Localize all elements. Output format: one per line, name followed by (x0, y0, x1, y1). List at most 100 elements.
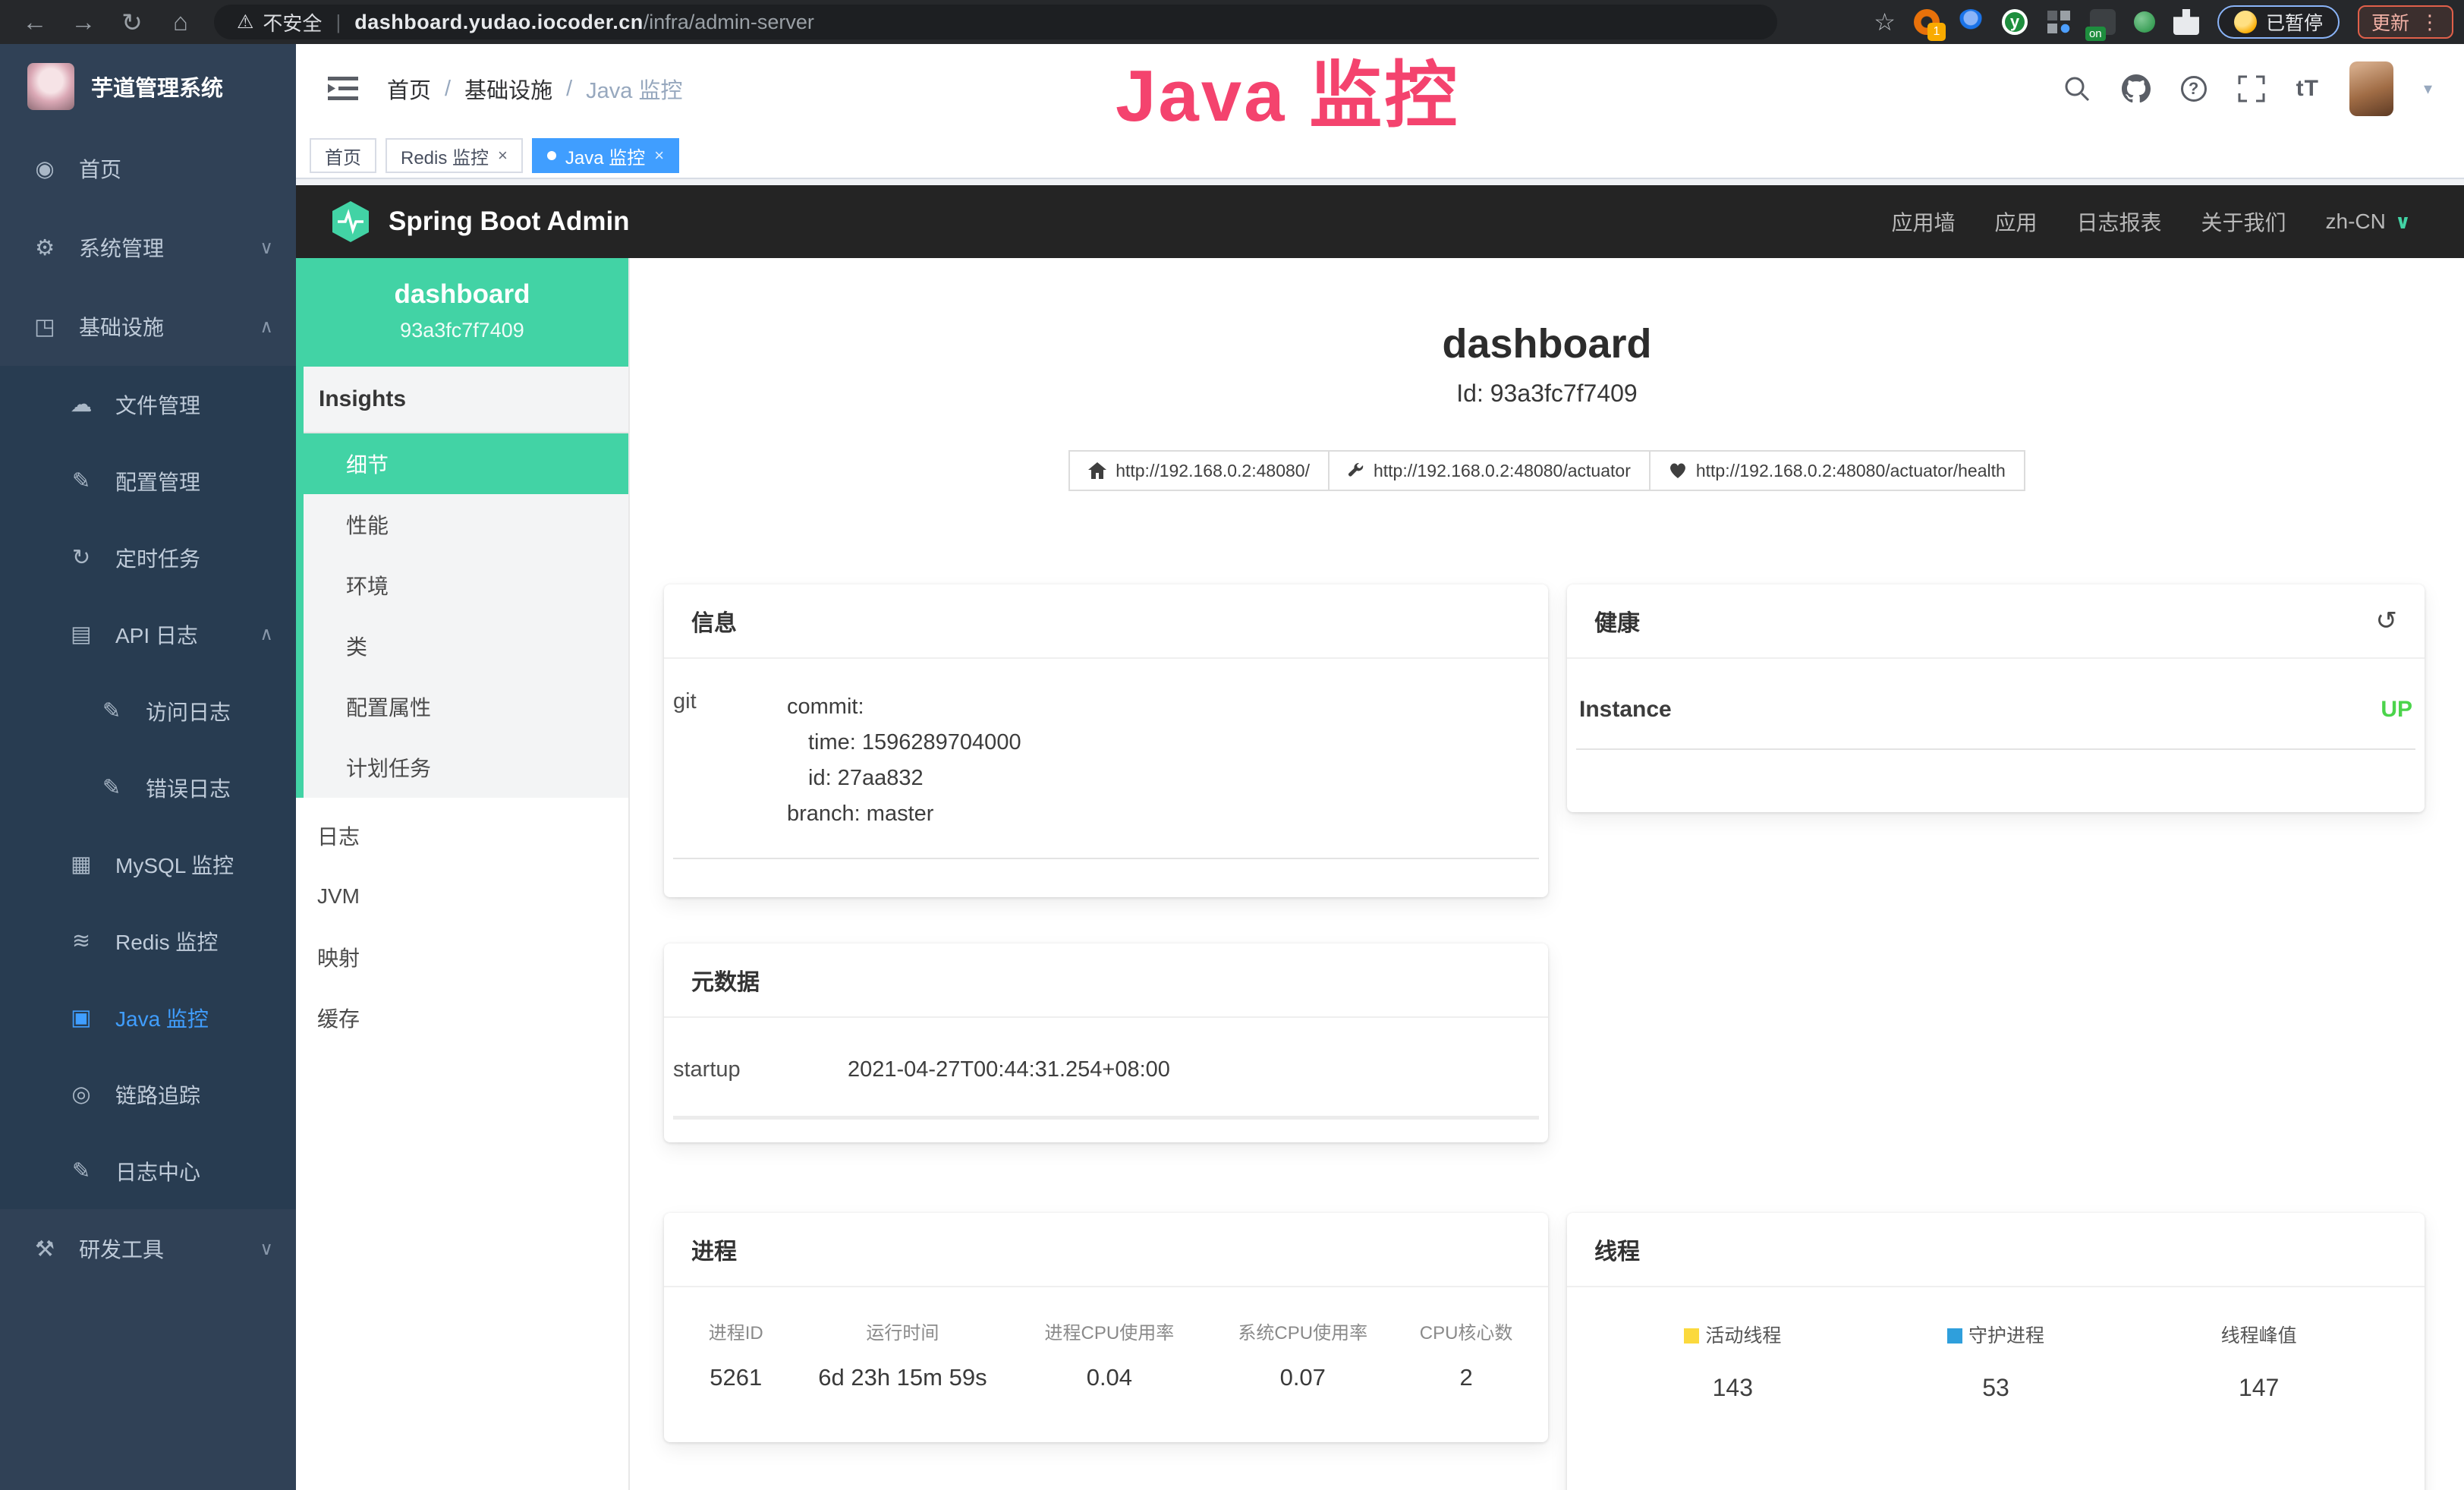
log-edit-icon: ✎ (67, 1158, 96, 1184)
health-url-button[interactable]: http://192.168.0.2:48080/actuator/health (1651, 450, 2025, 491)
health-card-title: 健康 (1594, 604, 1640, 638)
sidebar-item-api-logs[interactable]: ▤ API 日志 ∧ (0, 596, 296, 673)
sidebar-collapse-icon[interactable] (328, 76, 360, 102)
chevron-down-icon: ∨ (260, 237, 273, 259)
sidebar-item-log-center[interactable]: ✎ 日志中心 (0, 1132, 296, 1209)
sba-content: dashboard Id: 93a3fc7f7409 http://192.16… (630, 258, 2464, 1490)
sidebar-item-mysql-monitor[interactable]: ▦ MySQL 监控 (0, 826, 296, 903)
sidebar-item-label: Redis 监控 (115, 926, 218, 956)
browser-reload-icon[interactable]: ↻ (118, 8, 146, 37)
browser-forward-icon[interactable]: → (70, 8, 97, 36)
fullscreen-icon[interactable] (2237, 74, 2266, 103)
tab-java-monitor[interactable]: Java 监控 × (532, 138, 679, 173)
sidebar-item-home[interactable]: ◉ 首页 (0, 129, 296, 208)
sba-nav-applications[interactable]: 应用 (1994, 206, 2037, 237)
address-bar[interactable]: ⚠ 不安全 | dashboard.yudao.iocoder.cn /infr… (214, 5, 1777, 39)
log-icon: ▤ (67, 621, 96, 647)
log-edit-icon: ✎ (97, 698, 126, 724)
bookmark-star-icon[interactable]: ☆ (1874, 8, 1896, 36)
sidebar-item-java-monitor[interactable]: ▣ Java 监控 (0, 979, 296, 1056)
sidebar-item-label: Java 监控 (115, 1003, 209, 1033)
breadcrumb-home[interactable]: 首页 (387, 73, 431, 105)
language-selector[interactable]: zh-CN ∨ (2326, 209, 2411, 234)
extension-icon-grid[interactable] (2046, 9, 2072, 35)
user-avatar[interactable] (2349, 61, 2393, 116)
close-icon[interactable]: × (654, 146, 664, 165)
sba-nav-scheduled-tasks[interactable]: 计划任务 (304, 737, 628, 798)
extension-icon-switch[interactable]: on (2090, 9, 2116, 35)
home-icon (1088, 462, 1106, 479)
sidebar-item-file-mgmt[interactable]: ☁ 文件管理 (0, 366, 296, 443)
metadata-key-startup: startup (673, 1057, 848, 1082)
sba-nav-logs[interactable]: 日志 (296, 805, 628, 866)
thread-card-title: 线程 (1567, 1213, 2425, 1287)
sidebar-item-dev-tools[interactable]: ⚒ 研发工具 ∨ (0, 1209, 296, 1288)
history-icon[interactable]: ↺ (2376, 606, 2398, 636)
extension-icon-pin[interactable] (1958, 9, 1984, 35)
row-divider (1576, 748, 2415, 750)
sba-brand-title: Spring Boot Admin (389, 206, 630, 237)
tab-redis-monitor[interactable]: Redis 监控 × (385, 138, 523, 173)
sba-nav-journal[interactable]: 日志报表 (2077, 206, 2162, 237)
extension-icon-orange[interactable]: 1 (1914, 9, 1940, 35)
heartbeat-icon (1669, 462, 1687, 479)
search-icon[interactable] (2063, 74, 2091, 103)
col-pid: 进程ID (679, 1318, 792, 1344)
help-icon[interactable]: ? (2181, 76, 2207, 102)
breadcrumb-infrastructure[interactable]: 基础设施 (464, 73, 552, 105)
sidebar-item-label: 首页 (79, 153, 121, 184)
sidebar-item-access-logs[interactable]: ✎ 访问日志 (0, 673, 296, 749)
sidebar-item-label: 研发工具 (79, 1233, 164, 1264)
tab-home[interactable]: 首页 (310, 138, 376, 173)
peak-threads-label: 线程峰值 (2221, 1325, 2297, 1347)
sba-instance-sidebar: dashboard 93a3fc7f7409 Insights 细节 性能 环境… (296, 258, 630, 1490)
row-divider (673, 1116, 1539, 1120)
info-key-git: git (673, 689, 787, 832)
sba-nav-details[interactable]: 细节 (304, 433, 628, 494)
browser-back-icon[interactable]: ← (21, 8, 49, 36)
sidebar-item-scheduled-tasks[interactable]: ↻ 定时任务 (0, 519, 296, 596)
sba-nav-metrics[interactable]: 性能 (304, 494, 628, 555)
close-icon[interactable]: × (498, 146, 508, 165)
browser-menu-icon[interactable]: ⋮ (2420, 11, 2440, 34)
sba-nav-classes[interactable]: 类 (304, 616, 628, 676)
sidebar-item-error-logs[interactable]: ✎ 错误日志 (0, 749, 296, 826)
sidebar-item-label: 链路追踪 (115, 1079, 200, 1110)
page-title: dashboard (630, 320, 2464, 367)
sba-nav-about[interactable]: 关于我们 (2201, 206, 2286, 237)
sidebar-item-redis-monitor[interactable]: ≋ Redis 监控 (0, 903, 296, 979)
sba-nav-caches[interactable]: 缓存 (296, 988, 628, 1048)
metadata-card: 元数据 startup 2021-04-27T00:44:31.254+08:0… (664, 943, 1548, 1142)
sidebar-item-label: 系统管理 (79, 232, 164, 263)
avatar-caret-icon[interactable]: ▾ (2424, 79, 2432, 99)
sidebar-item-label: 错误日志 (146, 773, 231, 803)
sidebar-item-system-mgmt[interactable]: ⚙ 系统管理 ∨ (0, 208, 296, 287)
browser-extensions-area: ☆ 1 y on 已暂停 更新 ⋮ (1874, 5, 2453, 39)
sba-nav-wallboard[interactable]: 应用墙 (1891, 206, 1955, 237)
sidebar-item-config-mgmt[interactable]: ✎ 配置管理 (0, 443, 296, 519)
sba-nav-jvm[interactable]: JVM (296, 866, 628, 927)
sidebar-item-infrastructure[interactable]: ◳ 基础设施 ∧ (0, 287, 296, 366)
extension-icon-green-y[interactable]: y (2002, 9, 2028, 35)
app-logo-image (27, 63, 74, 110)
update-button[interactable]: 更新 ⋮ (2358, 5, 2453, 39)
extension-icon-small-green[interactable] (2134, 11, 2155, 33)
github-icon[interactable] (2122, 74, 2151, 103)
language-label: zh-CN (2326, 209, 2386, 234)
browser-home-icon[interactable]: ⌂ (167, 8, 194, 36)
sidebar-item-tracing[interactable]: ◎ 链路追踪 (0, 1056, 296, 1132)
extension-badge: 1 (1927, 23, 1946, 41)
gear-icon: ⚙ (30, 235, 59, 261)
extensions-puzzle-icon[interactable] (2173, 9, 2199, 35)
sba-nav-mappings[interactable]: 映射 (296, 927, 628, 988)
breadcrumb-java-monitor: Java 监控 (586, 73, 682, 105)
not-secure-label: 不安全 (263, 8, 322, 36)
sba-nav-environment[interactable]: 环境 (304, 555, 628, 616)
paused-chip[interactable]: 已暂停 (2217, 5, 2340, 39)
sba-nav-config-props[interactable]: 配置属性 (304, 676, 628, 737)
actuator-url-button[interactable]: http://192.168.0.2:48080/actuator (1330, 450, 1651, 491)
text-size-icon[interactable]: tT (2296, 76, 2319, 102)
service-url-button[interactable]: http://192.168.0.2:48080/ (1068, 450, 1330, 491)
actuator-url: http://192.168.0.2:48080/actuator (1374, 461, 1631, 481)
dashboard-gauge-icon: ◉ (30, 156, 59, 182)
